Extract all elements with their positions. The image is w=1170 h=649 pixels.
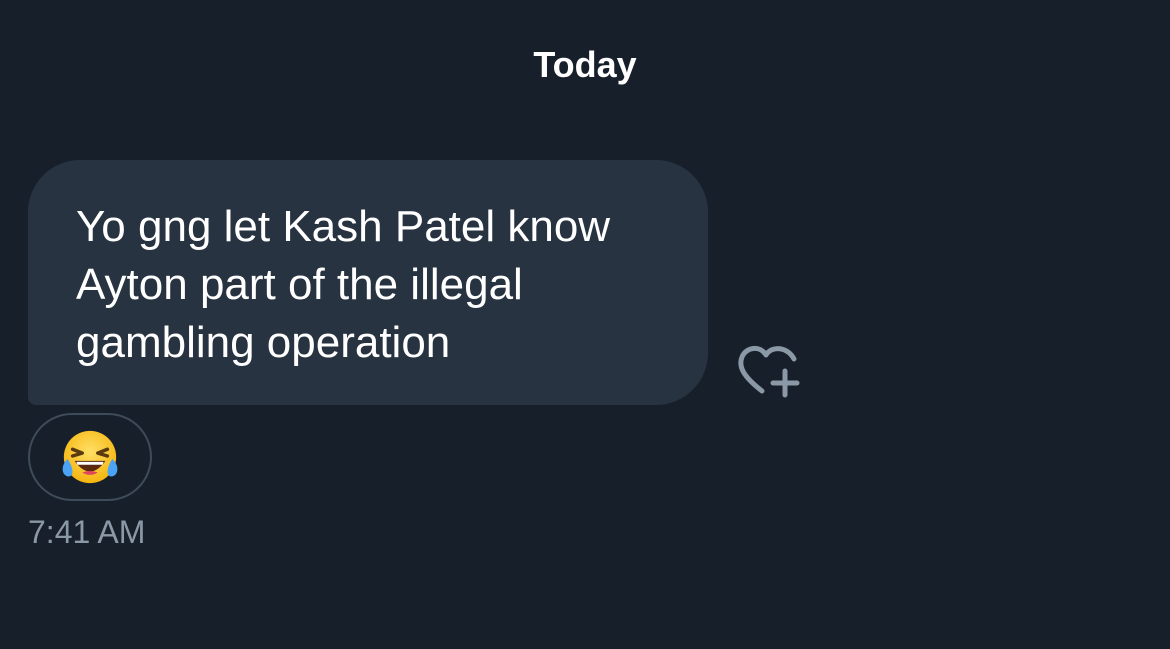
add-reaction-button[interactable] [736,343,800,399]
face-with-tears-of-joy-icon [62,430,118,484]
dm-conversation-screen: Today Yo gng let Kash Patel know Ayton p… [0,0,1170,649]
date-separator: Today [533,44,637,85]
message-timestamp: 7:41 AM [28,514,146,550]
heart-plus-icon [738,346,800,398]
message-text: Yo gng let Kash Patel know Ayton part of… [76,202,611,367]
reaction-pill[interactable] [28,413,152,501]
message-bubble[interactable]: Yo gng let Kash Patel know Ayton part of… [28,160,708,405]
